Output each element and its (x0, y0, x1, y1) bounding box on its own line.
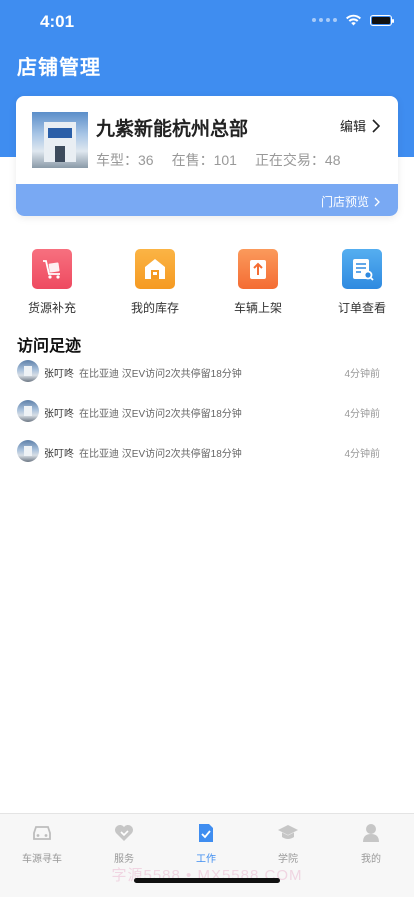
status-bar: 4:01 (0, 0, 414, 44)
car-icon (7, 822, 77, 844)
chevron-right-icon (372, 118, 380, 133)
tab-label: 服务 (114, 854, 134, 865)
visit-description: 在比亚迪 汉EV访问2次共停留18分钟 (79, 449, 242, 460)
visits-section-title: 访问足迹 (17, 338, 82, 355)
visit-description: 在比亚迪 汉EV访问2次共停留18分钟 (79, 369, 242, 380)
tab-work[interactable]: 工作 (171, 822, 241, 865)
battery-icon (370, 14, 394, 26)
status-icons (312, 14, 394, 26)
tab-service[interactable]: 服务 (89, 822, 159, 865)
store-name: 九紫新能杭州总部 (96, 119, 249, 140)
quick-menu: 货源补充 我的库存 车辆上架 订单查看 (0, 249, 414, 319)
list-item[interactable]: 张叮咚 在比亚迪 汉EV访问2次共停留18分钟 4分钟前 (0, 358, 414, 398)
tab-academy[interactable]: 学院 (253, 822, 323, 865)
visitor-name: 张叮咚 (44, 449, 74, 460)
order-search-icon (342, 249, 382, 289)
visitor-name: 张叮咚 (44, 409, 74, 420)
quick-menu-item-listing[interactable]: 车辆上架 (218, 249, 298, 316)
status-time: 4:01 (40, 12, 75, 31)
visitor-name: 张叮咚 (44, 369, 74, 380)
quick-menu-item-orders[interactable]: 订单查看 (322, 249, 402, 316)
quick-menu-item-supply[interactable]: 货源补充 (12, 249, 92, 316)
upload-icon (238, 249, 278, 289)
cart-icon (32, 249, 72, 289)
avatar (17, 440, 39, 462)
work-icon (171, 822, 241, 844)
cellular-signal-icon (312, 18, 337, 22)
visit-time: 4分钟前 (344, 449, 380, 460)
chevron-right-icon (374, 197, 380, 206)
store-photo (32, 112, 88, 168)
tab-label: 我的 (361, 854, 381, 865)
wifi-icon (346, 14, 361, 26)
tab-label: 车源寻车 (22, 854, 62, 865)
quick-menu-item-inventory[interactable]: 我的库存 (115, 249, 195, 316)
visit-time: 4分钟前 (344, 369, 380, 380)
user-icon (336, 822, 406, 844)
service-icon (89, 822, 159, 844)
graduation-cap-icon (253, 822, 323, 844)
visit-description: 在比亚迪 汉EV访问2次共停留18分钟 (79, 409, 242, 420)
tab-label: 学院 (278, 854, 298, 865)
quick-menu-label: 我的库存 (130, 301, 179, 315)
list-item[interactable]: 张叮咚 在比亚迪 汉EV访问2次共停留18分钟 4分钟前 (0, 398, 414, 438)
edit-label: 编辑 (339, 119, 366, 134)
quick-menu-label: 订单查看 (337, 301, 386, 315)
stat-on-sale: 在售：101 (171, 152, 237, 168)
visit-time: 4分钟前 (344, 409, 380, 420)
quick-menu-label: 货源补充 (27, 301, 76, 315)
tab-label: 工作 (196, 854, 216, 865)
list-item[interactable]: 张叮咚 在比亚迪 汉EV访问2次共停留18分钟 4分钟前 (0, 438, 414, 478)
stat-trading: 正在交易：48 (254, 152, 341, 168)
store-preview-bar[interactable]: 门店预览 (16, 184, 398, 216)
visit-list: 张叮咚 在比亚迪 汉EV访问2次共停留18分钟 4分钟前 张叮咚 在比亚迪 汉E… (0, 358, 414, 478)
store-stats: 车型：36 在售：101 正在交易：48 (96, 150, 341, 170)
page-title: 店铺管理 (17, 57, 101, 79)
store-card[interactable]: 九紫新能杭州总部 编辑 车型：36 在售：101 正在交易：48 门店预览 (16, 96, 398, 216)
store-preview-button[interactable]: 门店预览 (321, 193, 380, 210)
quick-menu-label: 车辆上架 (233, 301, 282, 315)
tab-car-source[interactable]: 车源寻车 (7, 822, 77, 865)
stat-car-types: 车型：36 (96, 152, 154, 168)
avatar (17, 360, 39, 382)
edit-store-button[interactable]: 编辑 (340, 116, 380, 135)
preview-label: 门店预览 (320, 195, 369, 209)
avatar (17, 400, 39, 422)
tab-mine[interactable]: 我的 (336, 822, 406, 865)
warehouse-icon (135, 249, 175, 289)
home-indicator[interactable] (134, 878, 280, 883)
